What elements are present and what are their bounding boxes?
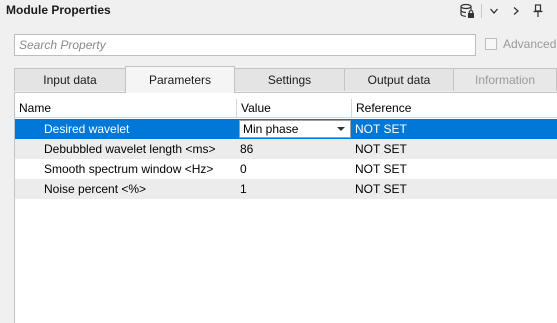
advanced-checkbox[interactable] bbox=[485, 38, 497, 50]
table-row[interactable]: Desired wavelet Min phase NOT SET bbox=[15, 119, 557, 139]
column-header-name[interactable]: Name bbox=[15, 99, 236, 117]
search-box bbox=[14, 34, 476, 56]
chevron-down-icon[interactable] bbox=[337, 127, 345, 131]
tab-label: Information bbox=[474, 73, 536, 87]
tab-input-data[interactable]: Input data bbox=[14, 68, 126, 91]
tab-output-data[interactable]: Output data bbox=[344, 68, 454, 91]
tab-label: Parameters bbox=[148, 73, 212, 87]
properties-panel: Name Value Reference Desired wavelet Min… bbox=[14, 92, 557, 323]
property-reference[interactable]: NOT SET bbox=[351, 159, 557, 179]
property-value[interactable]: 0 bbox=[236, 159, 351, 179]
property-value[interactable]: 1 bbox=[236, 179, 351, 199]
tab-label: Output data bbox=[367, 73, 431, 87]
window-title: Module Properties bbox=[6, 3, 111, 17]
table-row[interactable]: Noise percent <%> 1 NOT SET bbox=[15, 179, 557, 199]
property-name: Noise percent <%> bbox=[44, 182, 147, 196]
column-header-reference[interactable]: Reference bbox=[351, 99, 557, 117]
table-row[interactable]: Debubbled wavelet length <ms> 86 NOT SET bbox=[15, 139, 557, 159]
dropdown-value: Min phase bbox=[243, 122, 299, 136]
search-input[interactable] bbox=[15, 35, 475, 55]
column-header-value[interactable]: Value bbox=[236, 99, 351, 117]
value-dropdown[interactable]: Min phase bbox=[239, 120, 351, 138]
property-name: Desired wavelet bbox=[44, 122, 130, 136]
tab-parameters[interactable]: Parameters bbox=[125, 66, 235, 93]
chevron-down-icon[interactable] bbox=[487, 2, 501, 20]
toolbar-separator bbox=[481, 4, 482, 18]
grid-header: Name Value Reference bbox=[15, 99, 557, 118]
property-reference[interactable]: NOT SET bbox=[351, 119, 557, 139]
title-bar: Module Properties bbox=[0, 0, 557, 22]
tab-settings[interactable]: Settings bbox=[234, 68, 345, 91]
database-lock-icon[interactable] bbox=[457, 2, 477, 20]
advanced-label: Advanced bbox=[503, 37, 557, 51]
property-reference[interactable]: NOT SET bbox=[351, 139, 557, 159]
pin-icon[interactable] bbox=[531, 2, 545, 20]
tab-label: Settings bbox=[267, 73, 312, 87]
chevron-right-icon[interactable] bbox=[509, 2, 523, 20]
left-rail bbox=[0, 92, 14, 323]
property-value[interactable]: 86 bbox=[236, 139, 351, 159]
property-name: Debubbled wavelet length <ms> bbox=[44, 142, 216, 156]
tab-label: Input data bbox=[43, 73, 97, 87]
tab-information[interactable]: Information bbox=[453, 68, 557, 91]
property-reference[interactable]: NOT SET bbox=[351, 179, 557, 199]
property-name: Smooth spectrum window <Hz> bbox=[44, 162, 214, 176]
table-row[interactable]: Smooth spectrum window <Hz> 0 NOT SET bbox=[15, 159, 557, 179]
